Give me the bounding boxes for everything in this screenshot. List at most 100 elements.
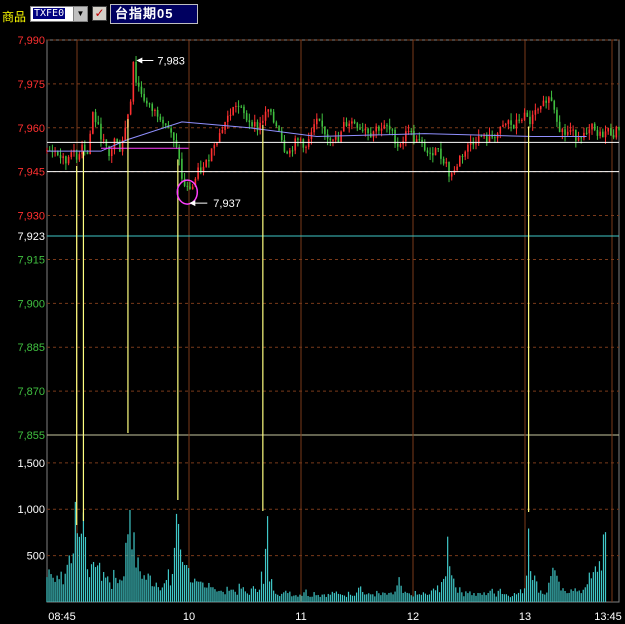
- low-arrow-icon: [189, 200, 196, 207]
- volume-axis-label: 1,500: [17, 458, 45, 470]
- price-candle-body: [102, 139, 105, 141]
- chevron-down-icon[interactable]: ▼: [73, 7, 87, 21]
- price-candle-body: [372, 131, 375, 138]
- price-candle-body: [539, 105, 542, 110]
- product-code-value[interactable]: TXFE0: [33, 8, 66, 19]
- price-candle-body: [278, 126, 280, 131]
- price-candle-body: [607, 128, 610, 132]
- price-candle-body: [156, 109, 159, 117]
- price-candle-body: [588, 129, 591, 134]
- price-candle-body: [604, 131, 607, 138]
- price-candle-body: [299, 139, 302, 141]
- price-candle-body: [270, 109, 272, 112]
- price-axis-label: 7,900: [17, 298, 45, 310]
- price-candle-body: [386, 125, 388, 127]
- price-candle-body: [396, 143, 399, 147]
- price-candle-body: [334, 136, 337, 140]
- price-candle-body: [434, 148, 437, 156]
- price-candle-body: [181, 158, 183, 179]
- price-candle-body: [92, 112, 94, 134]
- price-candle-body: [442, 158, 445, 164]
- price-candle-body: [502, 124, 504, 127]
- price-candle-body: [151, 104, 154, 111]
- price-candle-body: [529, 116, 531, 125]
- price-axis-label: 7,885: [17, 342, 45, 354]
- price-candle-body: [548, 97, 550, 103]
- chart-grid: [46, 39, 620, 603]
- price-axis-label: 7,990: [17, 35, 45, 47]
- price-candle-body: [459, 155, 461, 167]
- price-candle-body: [566, 131, 569, 135]
- price-candle-body: [83, 144, 86, 151]
- price-candle-body: [232, 106, 234, 115]
- price-candle-body: [507, 120, 510, 124]
- price-candle-body: [510, 120, 512, 125]
- price-candle-body: [448, 161, 450, 177]
- price-candle-body: [70, 152, 73, 157]
- time-axis-label: 13: [519, 611, 531, 623]
- price-candle-body: [110, 149, 113, 157]
- product-label: 商品: [2, 10, 27, 24]
- price-candle-body: [164, 123, 167, 125]
- price-candle-body: [321, 120, 324, 127]
- price-candle-body: [81, 144, 83, 155]
- price-candle-body: [307, 139, 310, 147]
- price-candle-body: [615, 126, 618, 138]
- price-candle-body: [618, 126, 620, 131]
- price-candle-body: [175, 140, 178, 148]
- low-annotation-label: 7,937: [213, 198, 241, 210]
- price-candle-body: [205, 159, 207, 167]
- price-candle-body: [469, 142, 472, 145]
- price-candle-body: [316, 118, 318, 125]
- price-candle-body: [253, 121, 256, 127]
- price-candle-body: [237, 105, 240, 107]
- price-candle-body: [572, 129, 574, 131]
- price-candle-body: [467, 144, 469, 152]
- price-candle-body: [534, 110, 537, 115]
- price-candle-body: [542, 100, 545, 106]
- volume-series: [46, 501, 607, 602]
- price-axis-label: 7,960: [17, 123, 45, 135]
- toggle-checkbox[interactable]: ✓: [92, 6, 107, 21]
- price-candle-body: [378, 126, 380, 131]
- price-axis-label: 7,870: [17, 386, 45, 398]
- high-arrow-icon: [136, 57, 143, 64]
- price-candle-body: [294, 138, 297, 151]
- price-candle-body: [78, 154, 81, 160]
- price-candle-body: [569, 129, 572, 132]
- price-candle-body: [405, 131, 407, 142]
- price-candle-body: [485, 134, 488, 143]
- price-candle-body: [461, 155, 464, 157]
- volume-axis-label: 1,000: [17, 504, 45, 516]
- price-axis-label: 7,923: [17, 231, 45, 243]
- price-candle-body: [531, 114, 534, 125]
- price-candle-body: [135, 61, 137, 83]
- price-candle-body: [437, 148, 440, 150]
- price-candle-body: [585, 132, 588, 134]
- price-candle-body: [272, 111, 275, 123]
- price-candle-body: [561, 129, 564, 132]
- price-candle-body: [332, 139, 334, 141]
- price-axis-label: 7,945: [17, 167, 45, 179]
- price-candle-body: [283, 139, 286, 152]
- price-candle-body: [116, 138, 118, 143]
- plot-frame: [46, 39, 620, 603]
- price-candle-body: [583, 132, 585, 138]
- chart-labels: 7,990 7,975 7,960 7,945 7,930 7,923 7,915 7,900…: [17, 35, 621, 623]
- price-candle-body: [367, 128, 369, 134]
- price-candle-body: [558, 121, 561, 132]
- price-candle-body: [218, 133, 221, 143]
- price-axis-label: 7,915: [17, 254, 45, 266]
- price-volume-chart: 7,990 7,975 7,960 7,945 7,930 7,923 7,915 7,900…: [17, 35, 621, 623]
- toolbar: 商品 TXFE0 ▼ ✓ 台指期05: [0, 0, 625, 28]
- price-axis-label: 7,930: [17, 211, 45, 223]
- price-candle-body: [97, 122, 100, 124]
- price-candle-body: [494, 137, 496, 139]
- price-candle-body: [394, 129, 396, 144]
- product-code-dropdown[interactable]: TXFE0 ▼: [30, 6, 88, 22]
- price-candle-body: [450, 173, 453, 177]
- price-candle-body: [251, 122, 253, 127]
- price-candle-body: [291, 150, 294, 152]
- price-candle-body: [191, 186, 194, 190]
- price-candle-body: [173, 132, 175, 141]
